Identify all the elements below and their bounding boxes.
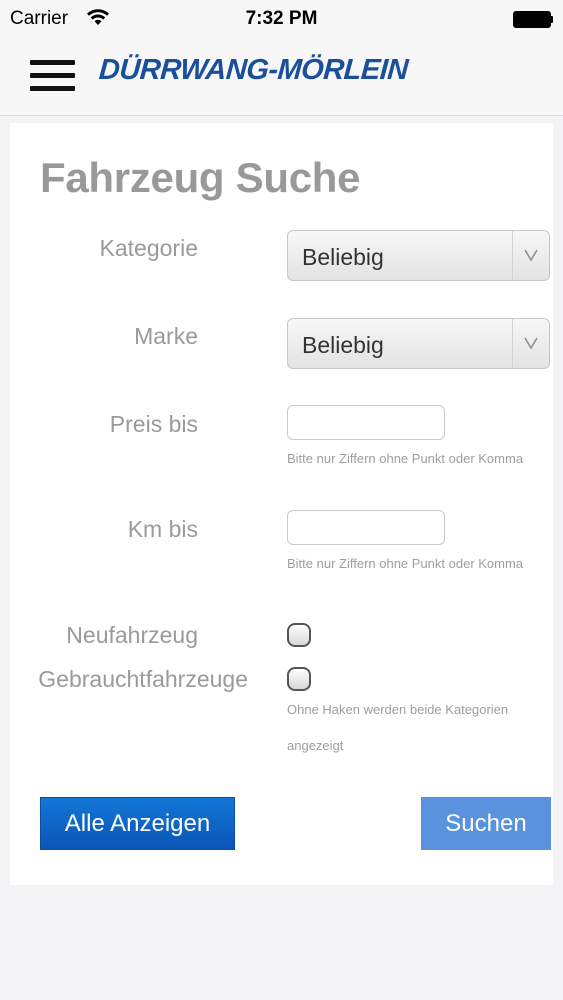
kategorie-dropdown-arrow (512, 231, 549, 280)
search-button[interactable]: Suchen (421, 797, 551, 850)
marke-label: Marke (134, 323, 198, 349)
hamburger-menu-icon[interactable] (30, 58, 75, 94)
kategorie-select[interactable]: Beliebig (287, 230, 550, 281)
clock-time: 7:32 PM (245, 8, 318, 29)
show-all-button[interactable]: Alle Anzeigen (40, 797, 235, 850)
km-hint: Bitte nur Ziffern ohne Punkt oder Komma (287, 556, 524, 571)
neufahrzeug-checkbox[interactable] (287, 623, 311, 647)
preis-input[interactable] (287, 405, 445, 440)
marke-select-value: Beliebig (302, 332, 384, 358)
kategorie-select-value: Beliebig (302, 244, 384, 270)
status-bar: Carrier 7:32 PM (0, 0, 563, 38)
marke-dropdown-arrow (512, 319, 549, 368)
checkbox-hint: Ohne Haken werden beide Kategorien angez… (287, 702, 509, 753)
preis-hint: Bitte nur Ziffern ohne Punkt oder Komma (287, 451, 524, 466)
chevron-down-icon (524, 249, 538, 261)
km-input[interactable] (287, 510, 445, 545)
page-title: Fahrzeug Suche (40, 154, 361, 201)
gebrauchtfahrzeuge-checkbox[interactable] (287, 667, 311, 691)
brand-logo[interactable]: DÜRRWANG-MÖRLEIN (98, 54, 409, 87)
kategorie-label: Kategorie (99, 235, 198, 261)
km-label: Km bis (127, 516, 198, 542)
top-navigation-bar: DÜRRWANG-MÖRLEIN (0, 38, 563, 116)
chevron-down-icon (524, 337, 538, 349)
preis-label: Preis bis (109, 411, 198, 437)
neufahrzeug-label: Neufahrzeug (66, 622, 198, 648)
battery-icon (513, 11, 553, 28)
gebrauchtfahrzeuge-label: Gebrauchtfahrzeuge (38, 666, 248, 692)
marke-select[interactable]: Beliebig (287, 318, 550, 369)
